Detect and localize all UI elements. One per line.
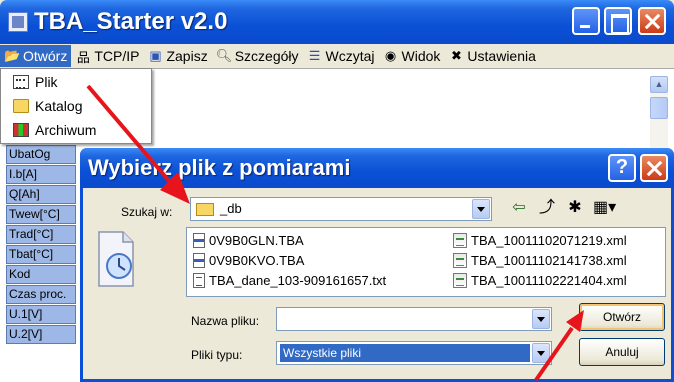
- folder-icon: [196, 203, 214, 216]
- menu-wczytaj[interactable]: ☰ Wczytaj: [303, 45, 379, 67]
- tba-file-icon: [193, 232, 205, 248]
- xml-file-icon: [453, 272, 467, 288]
- scroll-thumb[interactable]: [650, 97, 668, 119]
- menu-item-archiwum[interactable]: Archiwum: [1, 119, 151, 141]
- file-item[interactable]: TBA_10011102071219.xml: [453, 231, 627, 249]
- list-item[interactable]: Tbat[°C]: [6, 245, 76, 264]
- file-icon: [13, 75, 29, 89]
- menu-tcpip-label: TCP/IP: [94, 48, 140, 64]
- file-item[interactable]: TBA_10011102141738.xml: [453, 251, 627, 269]
- chevron-down-icon[interactable]: [532, 343, 550, 363]
- menu-item-plik[interactable]: Plik: [1, 71, 151, 93]
- dialog-titlebar: Wybierz plik z pomiarami ?: [80, 148, 674, 188]
- lookin-combo[interactable]: _db: [190, 197, 492, 221]
- chevron-down-icon[interactable]: [532, 309, 550, 329]
- tba-file-icon: [193, 252, 205, 268]
- back-arrow-icon[interactable]: ⇦: [509, 198, 529, 218]
- tools-icon: ✖: [450, 48, 462, 63]
- help-button[interactable]: ?: [608, 154, 636, 182]
- menu-item-katalog-label: Katalog: [35, 98, 83, 114]
- menu-widok[interactable]: ◉ Widok: [379, 45, 445, 67]
- dialog-close-button[interactable]: [640, 154, 668, 182]
- menu-wczytaj-label: Wczytaj: [325, 48, 375, 64]
- menu-zapisz-label: Zapisz: [166, 48, 208, 64]
- menu-ustawienia-label: Ustawienia: [467, 48, 536, 64]
- filename-input[interactable]: [276, 307, 552, 331]
- menu-ustawienia[interactable]: ✖ Ustawienia: [444, 45, 539, 67]
- list-item[interactable]: U.1[V]: [6, 305, 76, 324]
- file-list: 0V9B0GLN.TBA 0V9B0KVO.TBA TBA_dane_103-9…: [186, 227, 666, 297]
- list-item[interactable]: Czas proc.: [6, 285, 76, 304]
- list-item[interactable]: Twew[°C]: [6, 205, 76, 224]
- menu-item-archiwum-label: Archiwum: [35, 122, 97, 138]
- up-folder-icon[interactable]: ⤴: [537, 198, 557, 218]
- dialog-toolbar: ⇦ ⤴ ✱ ▦▾: [509, 198, 616, 218]
- folder-open-icon: 📂: [4, 48, 21, 63]
- filename-label: Nazwa pliku:: [191, 314, 260, 328]
- network-icon: 品: [76, 49, 90, 65]
- file-name: TBA_10011102141738.xml: [471, 252, 627, 268]
- measurement-list: UbatOg I.b[A] Q[Ah] Twew[°C] Trad[°C] Tb…: [0, 144, 80, 382]
- filetype-label: Pliki typu:: [191, 348, 243, 362]
- menubar: 📂 Otwórz 品 TCP/IP ▣ Zapisz 🔍︎ Szczegóły …: [0, 44, 674, 68]
- maximize-button[interactable]: [604, 7, 632, 35]
- lookin-value: _db: [220, 201, 242, 216]
- new-folder-icon[interactable]: ✱: [565, 198, 585, 218]
- list-item[interactable]: U.2[V]: [6, 325, 76, 344]
- menu-szczegoly[interactable]: 🔍︎ Szczegóły: [212, 45, 303, 67]
- otworz-dropdown-menu: Plik Katalog Archiwum: [0, 68, 152, 144]
- file-item[interactable]: 0V9B0KVO.TBA: [193, 251, 304, 269]
- filetype-value: Wszystkie pliki: [280, 344, 530, 362]
- xml-file-icon: [453, 232, 467, 248]
- file-item[interactable]: 0V9B0GLN.TBA: [193, 231, 304, 249]
- recent-documents-icon[interactable]: [93, 228, 143, 290]
- file-name: 0V9B0KVO.TBA: [209, 252, 305, 268]
- file-name: 0V9B0GLN.TBA: [209, 232, 304, 248]
- main-titlebar: TBA_Starter v2.0: [0, 0, 674, 44]
- menu-otworz-label: Otwórz: [23, 48, 68, 64]
- list-item[interactable]: Trad[°C]: [6, 225, 76, 244]
- list-item[interactable]: Q[Ah]: [6, 185, 76, 204]
- filetype-select[interactable]: Wszystkie pliki: [276, 341, 552, 365]
- save-icon: ▣: [149, 48, 162, 63]
- view-menu-icon[interactable]: ▦▾: [593, 198, 616, 218]
- list-item[interactable]: Kod: [6, 265, 76, 284]
- menu-widok-label: Widok: [401, 48, 441, 64]
- cancel-button[interactable]: Anuluj: [579, 338, 665, 366]
- archive-icon: [13, 123, 29, 137]
- menu-tcpip[interactable]: 品 TCP/IP: [71, 45, 143, 67]
- scroll-up-button[interactable]: ▲: [650, 76, 668, 93]
- file-name: TBA_dane_103-909161657.txt: [209, 272, 387, 288]
- open-file-dialog: Wybierz plik z pomiarami ? Szukaj w: _db…: [80, 148, 674, 382]
- vertical-scrollbar[interactable]: ▲: [650, 76, 668, 156]
- dialog-title: Wybierz plik z pomiarami: [88, 155, 351, 180]
- menu-otworz[interactable]: 📂 Otwórz: [0, 45, 72, 67]
- folder-icon: [13, 99, 29, 113]
- window-title: TBA_Starter v2.0: [34, 8, 228, 35]
- file-name: TBA_10011102071219.xml: [471, 232, 627, 248]
- text-file-icon: [193, 272, 205, 288]
- eye-icon: ◉: [384, 48, 397, 63]
- magnifier-icon: 🔍︎: [215, 48, 233, 63]
- menu-item-plik-label: Plik: [35, 74, 58, 90]
- menu-item-katalog[interactable]: Katalog: [1, 95, 151, 117]
- open-button[interactable]: Otwórz: [579, 303, 665, 331]
- file-item[interactable]: TBA_dane_103-909161657.txt: [193, 271, 386, 289]
- menu-szczegoly-label: Szczegóły: [234, 48, 299, 64]
- chevron-down-icon[interactable]: [472, 199, 490, 219]
- close-button[interactable]: [638, 7, 666, 35]
- list-item[interactable]: I.b[A]: [6, 165, 76, 184]
- file-item[interactable]: TBA_10011102221404.xml: [453, 271, 627, 289]
- xml-file-icon: [453, 252, 467, 268]
- menu-zapisz[interactable]: ▣ Zapisz: [143, 45, 211, 67]
- list-icon: ☰: [308, 48, 321, 63]
- lookin-label: Szukaj w:: [121, 205, 173, 219]
- app-icon: [8, 12, 28, 32]
- minimize-button[interactable]: [572, 7, 600, 35]
- list-item[interactable]: UbatOg: [6, 145, 76, 164]
- file-name: TBA_10011102221404.xml: [471, 272, 627, 288]
